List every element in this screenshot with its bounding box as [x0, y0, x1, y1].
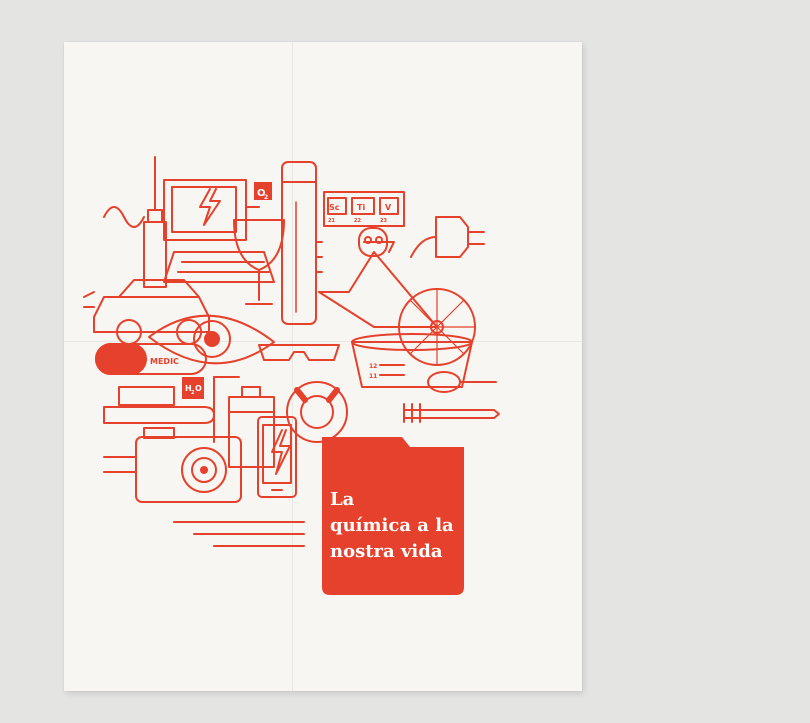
scale-label-11: 11 — [369, 373, 377, 380]
plug-icon — [410, 216, 485, 258]
poster-title: La química a la nostra vida — [330, 487, 500, 565]
oxygen-subscript: 2 — [264, 194, 268, 201]
poster-title-line-3: nostra vida — [330, 541, 443, 562]
spoon-icon — [427, 371, 497, 393]
element-v-number: 23 — [380, 218, 387, 224]
poster-title-line-2: química a la — [330, 515, 454, 536]
monitor-icon — [163, 179, 260, 241]
water-label-o: O — [195, 384, 202, 393]
element-sc-label: Sc — [329, 203, 340, 212]
element-v-label: V — [385, 203, 392, 212]
periodic-table-icon: Sc Ti V 21 22 23 — [323, 191, 405, 227]
phone-icon — [257, 416, 297, 498]
spray-bottle-icon — [103, 156, 167, 288]
poster-title-line-1: La — [330, 489, 355, 510]
medic-label: MEDIC — [150, 357, 179, 366]
car-icon — [83, 279, 210, 345]
poster: O 2 Sc Ti V 21 22 23 MEDIC H 2 O 12 11 L… — [64, 42, 582, 691]
element-ti-label: Ti — [357, 203, 365, 212]
fork-icon — [403, 403, 500, 423]
glasses-icon — [258, 344, 340, 361]
bottle-icon — [213, 376, 275, 468]
motion-lines — [173, 521, 305, 547]
oxygen-badge-icon: O 2 — [254, 182, 272, 201]
keyboard-icon — [163, 251, 275, 283]
water-badge-icon: H 2 O — [182, 377, 204, 399]
camera-icon — [103, 427, 242, 503]
bicycle-icon — [318, 241, 476, 366]
element-ti-number: 22 — [354, 218, 361, 224]
scale-label-12: 12 — [369, 363, 377, 370]
chemistry-illustration: O 2 Sc Ti V 21 22 23 MEDIC H 2 O 12 11 — [83, 156, 500, 595]
test-tube-icon — [281, 161, 323, 325]
element-sc-number: 21 — [328, 218, 335, 224]
